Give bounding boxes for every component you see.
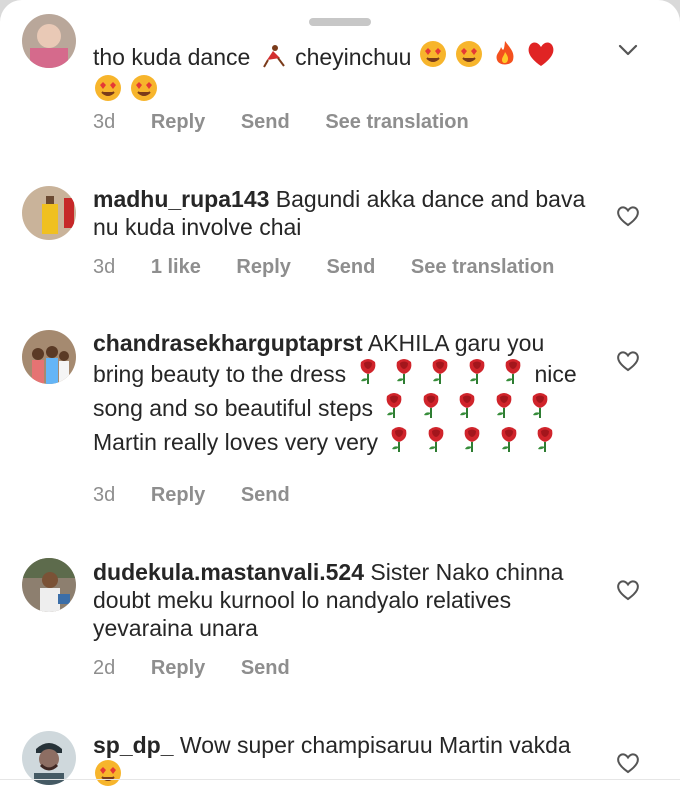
heart-outline-icon[interactable] <box>614 347 642 375</box>
rose-emoji <box>453 391 481 425</box>
rose-emoji <box>390 357 418 391</box>
comment-text: sp_dp_ Wow super champisaruu Martin vakd… <box>93 731 593 793</box>
rose-emoji <box>499 357 527 391</box>
timestamp: 3d <box>93 111 116 133</box>
comment-text: tho kuda dance cheyinchuu <box>93 40 593 108</box>
comments-sheet: tho kuda dance cheyinchuu 3d Reply Send … <box>0 0 680 800</box>
rose-emoji <box>354 357 382 391</box>
comment-username[interactable]: chandrasekharguptaprst <box>93 330 363 356</box>
rose-emoji <box>458 425 486 459</box>
comment-username[interactable]: dudekula.mastanvali.524 <box>93 559 364 585</box>
timestamp: 2d <box>93 657 116 679</box>
fire-emoji <box>492 40 518 74</box>
rose-emoji <box>490 391 518 425</box>
reply-button[interactable]: Reply <box>151 484 205 506</box>
timestamp: 3d <box>93 256 116 278</box>
comment-username[interactable]: sp_dp_ <box>93 732 174 758</box>
rose-emoji <box>531 425 559 459</box>
heart-eyes-emoji <box>419 40 447 74</box>
avatar[interactable] <box>22 14 76 68</box>
comment-meta: 3d Reply Send See translation <box>93 111 499 134</box>
divider <box>0 779 680 780</box>
reply-button[interactable]: Reply <box>236 256 290 278</box>
send-button[interactable]: Send <box>241 657 290 679</box>
rose-emoji <box>463 357 491 391</box>
comment-meta: 3d 1 like Reply Send See translation <box>93 256 584 279</box>
heart-eyes-emoji <box>130 74 158 108</box>
avatar[interactable] <box>22 186 76 240</box>
heart-eyes-emoji <box>94 74 122 108</box>
rose-emoji <box>380 391 408 425</box>
heart-outline-icon[interactable] <box>614 202 642 230</box>
send-button[interactable]: Send <box>241 484 290 506</box>
see-translation-button[interactable]: See translation <box>411 256 554 278</box>
reply-button[interactable]: Reply <box>151 111 205 133</box>
rose-emoji <box>526 391 554 425</box>
send-button[interactable]: Send <box>326 256 375 278</box>
rose-emoji <box>495 425 523 459</box>
sheet-drag-handle[interactable] <box>309 18 371 26</box>
avatar[interactable] <box>22 330 76 384</box>
heart-outline-icon[interactable] <box>614 576 642 604</box>
heart-eyes-emoji <box>94 759 122 793</box>
send-button[interactable]: Send <box>241 111 290 133</box>
comment-meta: 3d Reply Send <box>93 484 320 507</box>
heart-outline-icon[interactable] <box>614 749 642 777</box>
rose-emoji <box>385 425 413 459</box>
dancer-emoji <box>258 44 288 74</box>
avatar[interactable] <box>22 731 76 785</box>
rose-emoji <box>417 391 445 425</box>
rose-emoji <box>422 425 450 459</box>
heart-eyes-emoji <box>455 40 483 74</box>
like-count[interactable]: 1 like <box>151 256 201 278</box>
chevron-down-icon[interactable] <box>614 36 642 64</box>
red-heart-emoji <box>526 40 556 74</box>
comment-text: chandrasekharguptaprst AKHILA garu you b… <box>93 329 593 459</box>
comment-text: dudekula.mastanvali.524 Sister Nako chin… <box>93 559 564 641</box>
reply-button[interactable]: Reply <box>151 657 205 679</box>
comment-meta: 2d Reply Send <box>93 657 320 680</box>
avatar[interactable] <box>22 558 76 612</box>
comment-text: madhu_rupa143 Bagundi akka dance and bav… <box>93 186 586 240</box>
comment-username[interactable]: madhu_rupa143 <box>93 186 269 212</box>
rose-emoji <box>426 357 454 391</box>
see-translation-button[interactable]: See translation <box>325 111 468 133</box>
timestamp: 3d <box>93 484 116 506</box>
